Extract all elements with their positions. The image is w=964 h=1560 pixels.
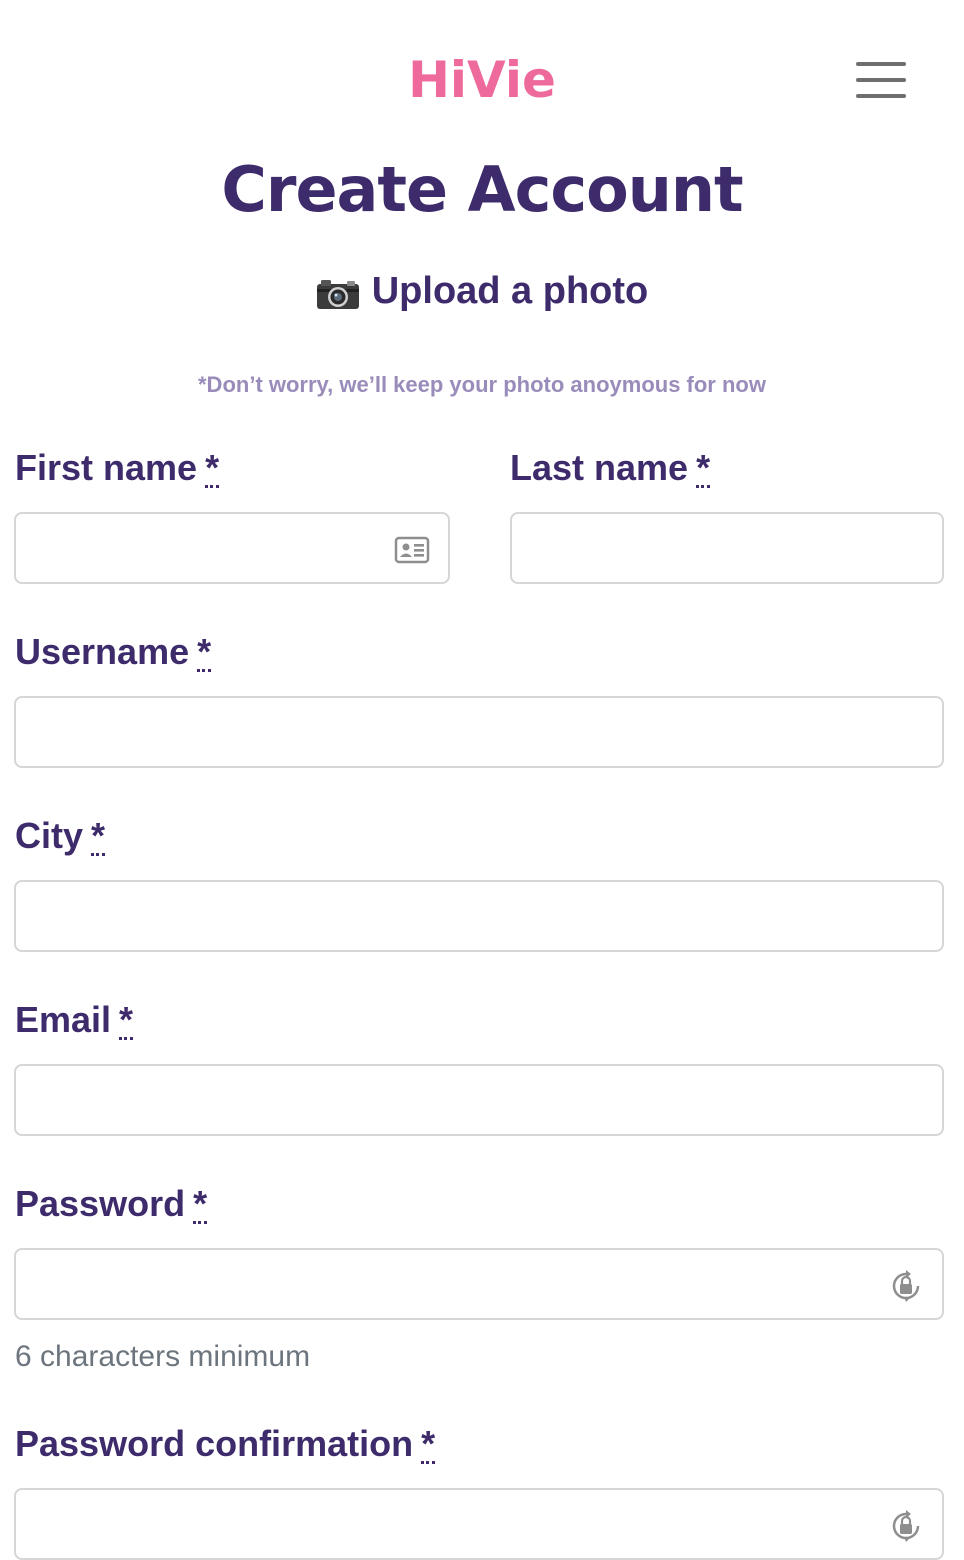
photo-privacy-notice: *Don’t worry, we’ll keep your photo anoy… — [198, 372, 766, 397]
brand-logo[interactable]: HiVie — [0, 48, 964, 112]
password-manager-lock-icon[interactable] — [888, 1268, 924, 1304]
first-name-input[interactable] — [16, 514, 448, 582]
password-confirmation-label: Password confirmation * — [15, 1423, 436, 1464]
required-indicator: * — [421, 1423, 436, 1464]
password-confirmation-input[interactable] — [16, 1490, 942, 1558]
camera-icon — [316, 273, 360, 309]
city-label: City * — [15, 815, 106, 856]
email-field[interactable] — [14, 1064, 944, 1136]
required-indicator: * — [91, 815, 106, 856]
upload-photo-label: Upload a photo — [371, 270, 649, 312]
password-manager-lock-icon[interactable] — [888, 1508, 924, 1544]
username-input[interactable] — [16, 698, 942, 766]
password-hint: 6 characters minimum — [15, 1340, 311, 1373]
upload-photo-button[interactable]: Upload a photo — [0, 266, 964, 316]
required-indicator: * — [205, 447, 220, 488]
email-input[interactable] — [16, 1066, 942, 1134]
required-indicator: * — [119, 999, 134, 1040]
email-label: Email * — [15, 999, 134, 1040]
password-label: Password * — [15, 1183, 208, 1224]
last-name-input[interactable] — [512, 514, 942, 582]
username-field[interactable] — [14, 696, 944, 768]
password-confirmation-field[interactable] — [14, 1488, 944, 1560]
username-label: Username * — [15, 631, 212, 672]
first-name-field[interactable] — [14, 512, 450, 584]
password-input[interactable] — [16, 1250, 942, 1318]
page-title: Create Account — [221, 153, 743, 226]
city-field[interactable] — [14, 880, 944, 952]
required-indicator: * — [696, 447, 711, 488]
password-field[interactable] — [14, 1248, 944, 1320]
last-name-field[interactable] — [510, 512, 944, 584]
last-name-label: Last name * — [510, 447, 711, 488]
city-input[interactable] — [16, 882, 942, 950]
required-indicator: * — [193, 1183, 208, 1224]
contact-card-icon[interactable] — [394, 532, 430, 568]
required-indicator: * — [197, 631, 212, 672]
navbar: HiVie — [0, 0, 964, 150]
first-name-label: First name * — [15, 447, 220, 488]
hamburger-menu-icon[interactable] — [856, 60, 906, 102]
